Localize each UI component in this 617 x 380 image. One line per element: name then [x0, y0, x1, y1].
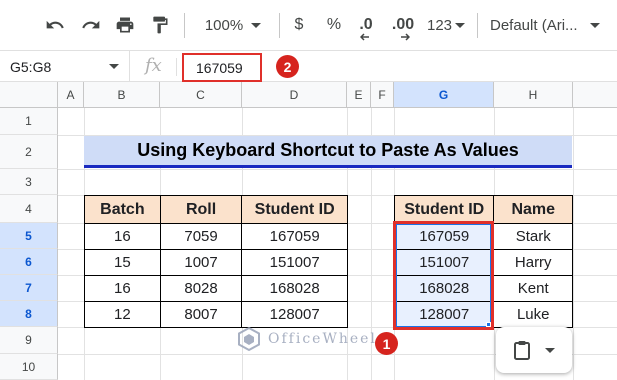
toolbar-divider	[279, 13, 280, 38]
select-all-corner[interactable]	[0, 82, 58, 108]
sheet-title: Using Keyboard Shortcut to Paste As Valu…	[84, 136, 572, 168]
arrow-right-icon	[401, 33, 410, 41]
watermark: OfficeWheel	[236, 326, 377, 352]
chevron-down-icon	[251, 22, 262, 28]
number-format-label: 123	[426, 16, 453, 34]
currency-button[interactable]: $	[288, 10, 310, 40]
table-row: 16 8028 168028	[84, 275, 348, 302]
cell[interactable]: Kent	[493, 275, 573, 302]
row-header-10[interactable]: 10	[0, 354, 58, 380]
selected-cell[interactable]: 168028	[393, 275, 495, 302]
cell[interactable]: 1007	[159, 249, 243, 276]
selected-cell[interactable]: 167059	[393, 223, 495, 250]
paste-options-button[interactable]	[496, 327, 572, 373]
table-row: 12 8007 128007	[84, 301, 348, 328]
undo-icon[interactable]	[40, 10, 70, 40]
row-header-5[interactable]: 5	[0, 223, 58, 249]
header-student-id[interactable]: Student ID	[241, 195, 348, 224]
column-header-d[interactable]: D	[242, 82, 347, 108]
name-box[interactable]: G5:G8	[0, 51, 130, 82]
step-badge-2: 2	[276, 55, 299, 78]
table-row: 167059 Stark	[393, 223, 573, 250]
selected-cell[interactable]: 128007	[393, 301, 495, 328]
font-select[interactable]: Default (Ari...	[490, 10, 610, 40]
decrease-decimal-button[interactable]: .0	[352, 10, 380, 41]
column-header-extra	[573, 82, 617, 108]
column-header-b[interactable]: B	[84, 82, 160, 108]
cell[interactable]: 16	[84, 275, 161, 302]
selected-cell[interactable]: 151007	[393, 249, 495, 276]
cell[interactable]: Harry	[493, 249, 573, 276]
toolbar-divider	[477, 13, 478, 38]
cell[interactable]: Stark	[493, 223, 573, 250]
cell[interactable]: 167059	[241, 223, 348, 250]
column-header-f[interactable]: F	[371, 82, 394, 108]
cell[interactable]: 12	[84, 301, 161, 328]
row-header-1[interactable]: 1	[0, 108, 58, 135]
print-icon[interactable]	[110, 10, 140, 40]
chevron-down-icon	[545, 347, 555, 353]
cell[interactable]: Luke	[493, 301, 573, 328]
column-header-c[interactable]: C	[160, 82, 242, 108]
increase-decimal-button[interactable]: .00	[388, 10, 418, 41]
table-header-row: Student ID Name	[393, 195, 573, 224]
formula-bar: G5:G8 fx 167059 2	[0, 51, 617, 82]
column-header-a[interactable]: A	[58, 82, 84, 108]
zoom-select[interactable]: 100%	[196, 10, 270, 40]
source-table: Batch Roll Student ID 16 7059 167059 15 …	[84, 195, 348, 328]
cell[interactable]: 128007	[241, 301, 348, 328]
grid-line	[573, 108, 574, 380]
cell[interactable]: 8007	[159, 301, 243, 328]
watermark-text: OfficeWheel	[268, 331, 377, 347]
row-header-9[interactable]: 9	[0, 327, 58, 354]
toolbar-divider	[184, 13, 185, 38]
header-student-id[interactable]: Student ID	[393, 195, 495, 224]
toolbar: 100% $ % .0 .00 123 Default (Ari...	[0, 0, 617, 51]
zoom-value: 100%	[204, 16, 244, 34]
chevron-down-icon	[455, 22, 466, 28]
column-header-g[interactable]: G	[394, 82, 494, 108]
row-header-7[interactable]: 7	[0, 275, 58, 301]
paint-format-icon[interactable]	[145, 10, 175, 40]
officewheel-logo-icon	[238, 326, 260, 352]
header-roll[interactable]: Roll	[159, 195, 243, 224]
table-row: 16 7059 167059	[84, 223, 348, 250]
cell[interactable]: 151007	[241, 249, 348, 276]
fx-icon: fx	[145, 55, 162, 76]
cell[interactable]: 7059	[159, 223, 243, 250]
pasted-values-table: Student ID Name 167059 Stark 151007 Harr…	[393, 195, 573, 328]
number-format-select[interactable]: 123	[424, 10, 468, 40]
arrow-left-icon	[360, 33, 369, 41]
cell[interactable]: 16	[84, 223, 161, 250]
header-batch[interactable]: Batch	[84, 195, 161, 224]
row-header-6[interactable]: 6	[0, 249, 58, 275]
cell[interactable]: 8028	[159, 275, 243, 302]
table-header-row: Batch Roll Student ID	[84, 195, 348, 224]
formula-input[interactable]: 167059	[182, 53, 262, 82]
table-row: 151007 Harry	[393, 249, 573, 276]
chevron-down-icon	[109, 64, 119, 69]
percent-button[interactable]: %	[323, 10, 345, 40]
name-box-value: G5:G8	[10, 58, 52, 75]
chevron-down-icon	[589, 22, 600, 28]
column-header-e[interactable]: E	[347, 82, 371, 108]
table-row: 15 1007 151007	[84, 249, 348, 276]
font-label: Default (Ari...	[490, 16, 578, 34]
clipboard-icon	[514, 341, 530, 360]
redo-icon[interactable]	[76, 10, 106, 40]
cell[interactable]: 168028	[241, 275, 348, 302]
table-row: 168028 Kent	[393, 275, 573, 302]
table-row: 128007 Luke	[393, 301, 573, 328]
cell[interactable]: 15	[84, 249, 161, 276]
header-name[interactable]: Name	[493, 195, 573, 224]
fill-handle[interactable]	[486, 322, 491, 327]
row-header-4[interactable]: 4	[0, 195, 58, 223]
grid-line	[58, 169, 617, 170]
row-header-8[interactable]: 8	[0, 301, 58, 327]
step-badge-1: 1	[375, 332, 398, 355]
column-header-h[interactable]: H	[494, 82, 573, 108]
formula-divider	[176, 58, 177, 76]
row-header-2[interactable]: 2	[0, 135, 58, 169]
row-header-3[interactable]: 3	[0, 169, 58, 195]
